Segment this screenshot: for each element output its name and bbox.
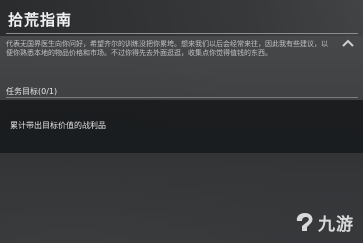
task-item-text: 累计带出目标价值的战利品 <box>10 121 106 130</box>
chevron-up-icon <box>342 39 354 47</box>
collapse-button[interactable] <box>340 37 356 49</box>
guide-panel: 拾荒指南 代表无国界医生向你问好，希望齐尔的训练没把你累垮。想来我们以后会经常来… <box>0 0 363 243</box>
title-divider <box>6 33 358 34</box>
panel-header: 拾荒指南 <box>0 0 363 36</box>
guide-description: 代表无国界医生向你问好，希望齐尔的训练没把你累垮。想来我们以后会经常来往，因此我… <box>6 40 328 57</box>
panel-title: 拾荒指南 <box>8 11 73 29</box>
tasks-header: 任务目标(0/1) <box>6 87 58 96</box>
jiuyou-logo-icon <box>296 213 313 231</box>
watermark: 九游 <box>294 210 354 235</box>
task-item[interactable]: 累计带出目标价值的战利品 <box>0 100 363 153</box>
watermark-text: 九游 <box>318 214 354 235</box>
tasks-divider <box>6 97 358 98</box>
